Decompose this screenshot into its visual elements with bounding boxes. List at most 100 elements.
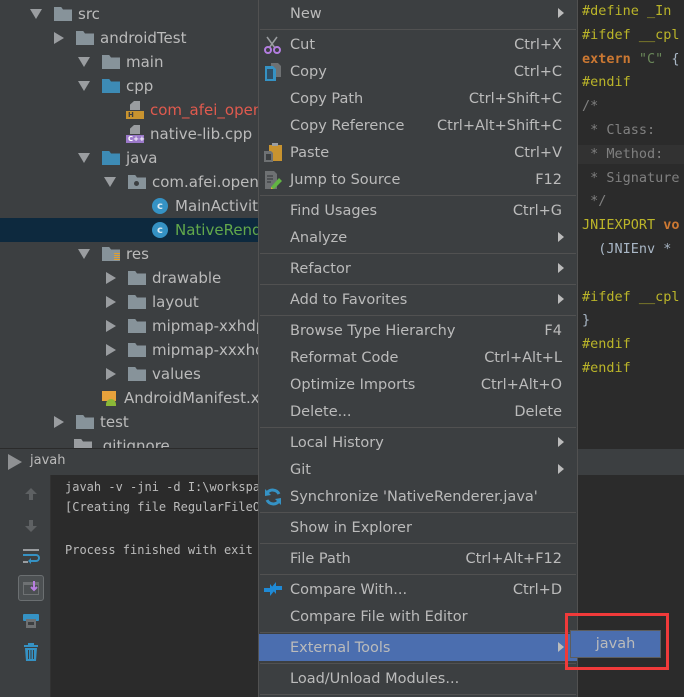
tree-item-label: native-lib.cpp [150,125,253,143]
menu-item-label: Analyze [290,229,348,246]
menu-item-load-unload-modules[interactable]: Load/Unload Modules... [259,665,577,692]
menu-item-find-usages[interactable]: Find Usages Ctrl+G [259,197,577,224]
tree-item-label: .gitignore [98,437,170,448]
collapse-arrow-icon[interactable] [78,249,90,259]
tree-item[interactable]: .gitignore [0,434,260,448]
tree-item[interactable]: layout [0,290,260,314]
menu-item-show-in-explorer[interactable]: Show in Explorer [259,514,577,541]
menu-item-external-tools[interactable]: External Tools [259,634,577,661]
code-line: #endif [582,335,631,354]
folder-icon [128,295,146,309]
menu-item-delete[interactable]: Delete... Delete [259,398,577,425]
code-line: #ifdef __cpl [582,26,680,45]
tree-item[interactable]: C++ native-lib.cpp [0,122,260,146]
code-token: vo [663,217,680,234]
scissors-icon [263,35,283,55]
menu-item-local-history[interactable]: Local History [259,429,577,456]
menu-item-copy[interactable]: Copy Ctrl+C [259,58,577,85]
collapse-arrow-icon[interactable] [30,9,42,19]
menu-item-copy-path[interactable]: Copy Path Ctrl+Shift+C [259,85,577,112]
print-icon[interactable] [18,607,44,633]
menu-item-refactor[interactable]: Refactor [259,255,577,282]
menu-item-shortcut: Ctrl+V [514,144,562,161]
expand-arrow-icon[interactable] [54,32,64,44]
menu-item-analyze[interactable]: Analyze [259,224,577,251]
tree-item[interactable]: mipmap-xxxhd [0,338,260,362]
menu-item-label: Git [290,461,311,478]
tree-item-label: MainActivit [175,197,259,215]
collapse-arrow-icon[interactable] [78,57,90,67]
menu-item-shortcut: Ctrl+Alt+F12 [465,550,562,567]
soft-wrap-icon[interactable] [18,543,44,569]
collapse-arrow-icon[interactable] [104,177,116,187]
up-arrow-icon[interactable] [18,481,44,507]
submenu-arrow-icon [558,464,564,474]
menu-item-git[interactable]: Git [259,456,577,483]
menu-item-reformat-code[interactable]: Reformat Code Ctrl+Alt+L [259,344,577,371]
tree-item[interactable]: main [0,50,260,74]
package-icon [128,175,146,189]
menu-separator [260,315,576,316]
menu-item-compare-file-with-editor[interactable]: Compare File with Editor [259,603,577,630]
menu-item-label: Copy [290,63,327,80]
menu-item-new[interactable]: New [259,0,577,27]
tree-item[interactable]: mipmap-xxhdp [0,314,260,338]
menu-item-browse-type-hierarchy[interactable]: Browse Type Hierarchy F4 [259,317,577,344]
code-token: __cpl [638,26,680,43]
menu-item-compare-with[interactable]: Compare With... Ctrl+D [259,576,577,603]
tree-item[interactable]: com.afei.openg [0,170,260,194]
menu-item-shortcut: Ctrl+C [513,63,562,80]
code-editor[interactable]: #define _In #ifdef __cpl extern "C" {#endi… [578,0,684,448]
console-line: Process finished with exit c [65,543,268,557]
code-token: * Method: [582,145,664,162]
menu-item-add-to-favorites[interactable]: Add to Favorites [259,286,577,313]
code-token: extern [582,50,639,67]
down-arrow-icon[interactable] [18,513,44,539]
scroll-to-end-icon[interactable] [18,575,44,601]
tree-item[interactable]: AndroidManifest.x [0,386,260,410]
menu-item-copy-reference[interactable]: Copy Reference Ctrl+Alt+Shift+C [259,112,577,139]
code-line: #ifdef __cpl [582,288,680,307]
code-token: #endif [582,74,631,91]
menu-item-optimize-imports[interactable]: Optimize Imports Ctrl+Alt+O [259,371,577,398]
expand-arrow-icon[interactable] [54,416,64,428]
tree-item[interactable]: test [0,410,260,434]
tree-item-label: values [152,365,201,383]
tree-item[interactable]: Hcom_afei_open [0,98,260,122]
menu-item-label: Local History [290,434,384,451]
collapse-arrow-icon[interactable] [78,153,90,163]
tree-item-label: layout [152,293,199,311]
expand-arrow-icon[interactable] [106,296,116,308]
expand-arrow-icon[interactable] [106,368,116,380]
menu-item-shortcut: F4 [544,322,562,339]
tree-item[interactable]: drawable [0,266,260,290]
menu-item-label: Paste [290,144,330,161]
tree-item[interactable]: values [0,362,260,386]
tree-item[interactable]: c NativeRend [0,218,260,242]
tree-item[interactable]: java [0,146,260,170]
tree-item[interactable]: c MainActivit [0,194,260,218]
expand-arrow-icon[interactable] [106,320,116,332]
tree-item[interactable]: androidTest [0,26,260,50]
collapse-arrow-icon[interactable] [78,81,90,91]
trash-icon[interactable] [18,639,44,665]
menu-item-jump-to-source[interactable]: Jump to Source F12 [259,166,577,193]
tree-item[interactable]: res [0,242,260,266]
menu-item-paste[interactable]: Paste Ctrl+V [259,139,577,166]
android-manifest-icon [100,389,118,407]
compare-icon [263,580,283,600]
menu-item-synchronize-nativerenderer-java[interactable]: Synchronize 'NativeRenderer.java' [259,483,577,510]
code-line: * Method: [578,144,684,164]
expand-arrow-icon[interactable] [106,344,116,356]
menu-separator [260,29,576,30]
expand-arrow-icon[interactable] [106,272,116,284]
tree-item[interactable]: cpp [0,74,260,98]
run-tab-label[interactable]: javah [30,453,65,468]
menu-item-cut[interactable]: Cut Ctrl+X [259,31,577,58]
menu-separator [260,694,576,695]
context-menu: New Cut Ctrl+X Copy Ctrl+C Copy Path Ctrl+Shif… [258,0,578,697]
menu-item-file-path[interactable]: File Path Ctrl+Alt+F12 [259,545,577,572]
menu-item-label: Load/Unload Modules... [290,670,460,687]
header-file-icon: H [126,101,144,119]
tree-item[interactable]: src [0,2,260,26]
